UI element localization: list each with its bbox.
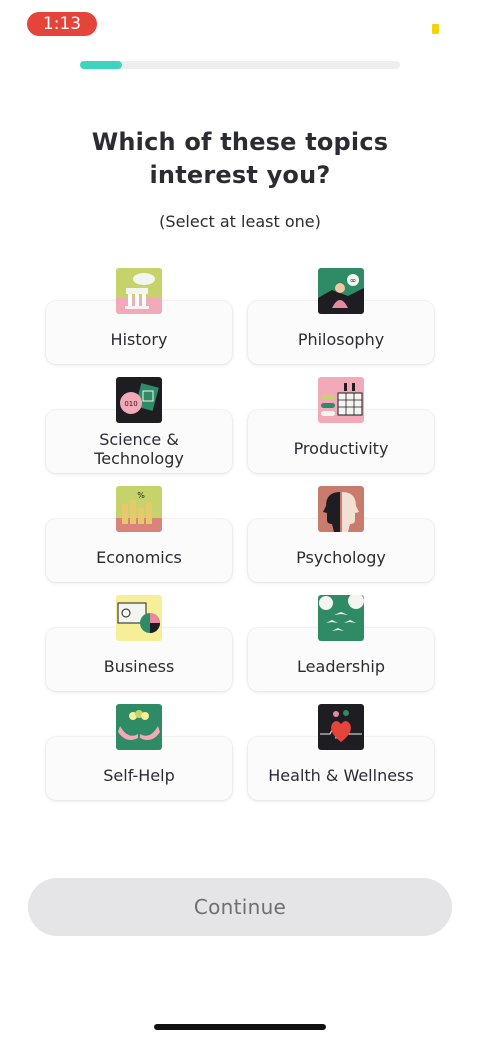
topic-label: Economics	[96, 548, 182, 567]
topic-label: Philosophy	[297, 330, 385, 349]
status-indicator-icon	[432, 24, 439, 34]
topic-business[interactable]: Business	[46, 595, 232, 691]
topic-history[interactable]: History	[46, 268, 232, 364]
economics-coins-icon: %	[116, 486, 162, 532]
topic-label: Productivity	[293, 439, 389, 458]
productivity-calendar-icon	[318, 377, 364, 423]
topic-psychology[interactable]: Psychology	[248, 486, 434, 582]
topic-health-wellness[interactable]: Health & Wellness	[248, 704, 434, 800]
philosophy-thinker-icon: ∞	[318, 268, 364, 314]
status-time: 1:13	[27, 12, 97, 36]
topic-label: Business	[103, 657, 175, 676]
topic-productivity[interactable]: Productivity	[248, 377, 434, 473]
progress-bar	[80, 61, 400, 69]
science-chip-icon: 010	[116, 377, 162, 423]
history-column-icon	[116, 268, 162, 314]
topic-label: Health & Wellness	[268, 766, 414, 785]
topic-label: Psychology	[296, 548, 386, 567]
page-title: Which of these topics interest you?	[91, 128, 389, 189]
topic-label: Leadership	[297, 657, 385, 676]
topic-philosophy[interactable]: Philosophy ∞	[248, 268, 434, 364]
psychology-heads-icon	[318, 486, 364, 532]
svg-text:∞: ∞	[350, 276, 357, 285]
topic-economics[interactable]: Economics %	[46, 486, 232, 582]
topic-label: History	[110, 330, 168, 349]
svg-text:010: 010	[124, 400, 137, 408]
leadership-birds-icon	[318, 595, 364, 641]
topic-leadership[interactable]: Leadership	[248, 595, 434, 691]
topic-label: Science & Technology	[94, 429, 184, 468]
topic-label: Self-Help	[103, 766, 175, 785]
continue-button[interactable]: Continue	[28, 878, 452, 936]
home-indicator	[154, 1024, 326, 1030]
health-heart-icon	[318, 704, 364, 750]
topic-science-technology[interactable]: Science & Technology 010	[46, 377, 232, 473]
business-pie-chart-icon	[116, 595, 162, 641]
svg-text:%: %	[137, 491, 145, 500]
progress-fill	[80, 61, 122, 69]
self-help-hands-icon	[116, 704, 162, 750]
page-subtitle: (Select at least one)	[159, 212, 321, 231]
topic-self-help[interactable]: Self-Help	[46, 704, 232, 800]
